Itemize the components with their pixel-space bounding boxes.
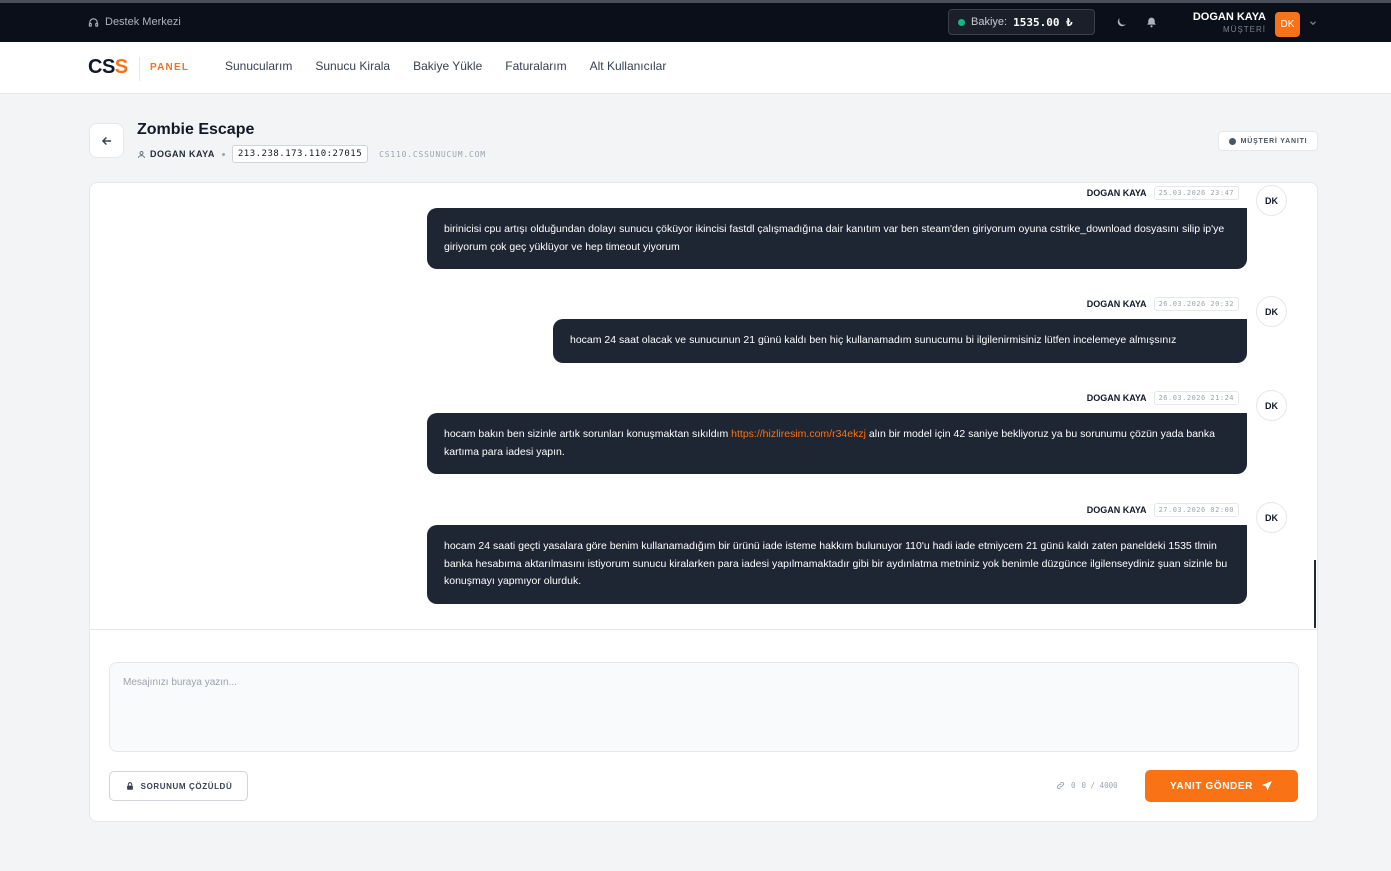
back-button[interactable] (89, 123, 124, 158)
message-author: DOGAN KAYA (1086, 505, 1147, 515)
scrollbar[interactable] (1314, 560, 1316, 628)
status-badge: MÜŞTERİ YANITI (1218, 131, 1318, 151)
nav-items: Sunucularım Sunucu Kirala Bakiye Yükle F… (225, 59, 689, 73)
chevron-down-icon[interactable] (1308, 18, 1318, 28)
user-name: DOGAN KAYA (1192, 11, 1266, 23)
ticket-owner-name: DOGAN KAYA (150, 149, 215, 159)
message-header: DOGAN KAYA 26.03.2026 20:32 (1087, 297, 1239, 311)
server-host: CS110.CSSUNUCUM.COM (379, 149, 486, 159)
message-input[interactable] (123, 677, 1285, 737)
logo-divider (139, 57, 140, 81)
message-list[interactable]: DOGAN KAYA 25.03.2026 23:47 DK birinicis… (90, 183, 1317, 630)
moon-icon[interactable] (1115, 16, 1128, 29)
send-reply-button[interactable]: YANIT GÖNDER (1145, 770, 1298, 802)
main-nav: CSS PANEL Sunucularım Sunucu Kirala Baki… (0, 42, 1391, 94)
balance-label: Bakiye: (971, 16, 1008, 28)
chat-card: DOGAN KAYA 25.03.2026 23:47 DK birinicis… (89, 182, 1318, 822)
ticket-owner: DOGAN KAYA (137, 149, 215, 159)
bell-icon[interactable] (1145, 16, 1158, 29)
send-reply-label: YANIT GÖNDER (1170, 780, 1253, 792)
server-ip[interactable]: 213.238.173.110:27015 (231, 145, 369, 163)
message-avatar: DK (1256, 502, 1287, 533)
nav-item-invoices[interactable]: Faturalarım (505, 59, 566, 73)
message-time: 25.03.2026 23:47 (1153, 186, 1239, 200)
nav-item-top-up[interactable]: Bakiye Yükle (413, 59, 482, 73)
online-dot-icon (958, 18, 965, 26)
nav-item-rent-server[interactable]: Sunucu Kirala (315, 59, 390, 73)
support-center-link[interactable]: Destek Merkezi (88, 16, 181, 28)
attachment-count: 0 (1071, 781, 1076, 790)
message-author: DOGAN KAYA (1086, 299, 1147, 309)
message-link[interactable]: https://hizliresim.com/r34ekzj (731, 428, 866, 440)
message-avatar: DK (1256, 185, 1287, 216)
paper-plane-icon (1261, 781, 1272, 791)
headset-icon (88, 17, 99, 27)
avatar[interactable]: DK (1275, 12, 1300, 37)
solved-label: SORUNUM ÇÖZÜLDÜ (140, 781, 233, 791)
arrow-left-icon (101, 136, 111, 145)
message-composer (109, 662, 1299, 752)
top-bar: Destek Merkezi Bakiye: 1535.00 ₺ DOGAN K… (0, 0, 1391, 42)
message-bubble: hocam 24 saat olacak ve sunucunun 21 gün… (553, 319, 1247, 363)
user-menu[interactable]: DOGAN KAYA MÜŞTERİ (1180, 11, 1266, 34)
message-author: DOGAN KAYA (1086, 393, 1147, 403)
support-center-label: Destek Merkezi (105, 16, 181, 28)
balance-value: 1535.00 ₺ (1013, 15, 1073, 29)
user-role: MÜŞTERİ (1223, 25, 1266, 34)
meta-separator (221, 152, 225, 156)
message-bubble: hocam 24 saati geçti yasalara göre benim… (427, 525, 1247, 604)
nav-item-sub-users[interactable]: Alt Kullanıcılar (590, 59, 667, 73)
message-header: DOGAN KAYA 26.03.2026 21:24 (1087, 391, 1239, 405)
panel-label: PANEL (150, 62, 190, 73)
status-label: MÜŞTERİ YANITI (1240, 137, 1308, 145)
user-icon (138, 150, 145, 158)
message-header: DOGAN KAYA 27.03.2026 02:00 (1087, 503, 1239, 517)
char-count: 0 / 4000 (1081, 781, 1118, 790)
message-text: hocam bakın ben sizinle artık sorunları … (444, 428, 732, 440)
message-avatar: DK (1256, 296, 1287, 327)
message-time: 26.03.2026 21:24 (1153, 391, 1239, 405)
status-dot-icon (1228, 137, 1236, 145)
message-time: 26.03.2026 20:32 (1153, 297, 1239, 311)
ticket-meta: DOGAN KAYA 213.238.173.110:27015 CS110.C… (137, 145, 486, 163)
message-bubble: hocam bakın ben sizinle artık sorunları … (427, 413, 1247, 474)
nav-item-servers[interactable]: Sunucularım (225, 59, 292, 73)
balance-pill[interactable]: Bakiye: 1535.00 ₺ (948, 9, 1095, 35)
message-avatar: DK (1256, 390, 1287, 421)
attachment-icon (1056, 781, 1065, 790)
lock-icon (126, 782, 133, 790)
message-header: DOGAN KAYA 25.03.2026 23:47 (1087, 186, 1239, 200)
composer-counters: 0 0 / 4000 (1056, 781, 1118, 790)
page-title: Zombie Escape (137, 121, 255, 138)
solved-button[interactable]: SORUNUM ÇÖZÜLDÜ (109, 771, 248, 801)
message-bubble: birinicisi cpu artışı olduğundan dolayı … (427, 208, 1247, 269)
logo[interactable]: CSS (88, 56, 128, 79)
message-author: DOGAN KAYA (1086, 188, 1147, 198)
message-time: 27.03.2026 02:00 (1153, 503, 1239, 517)
